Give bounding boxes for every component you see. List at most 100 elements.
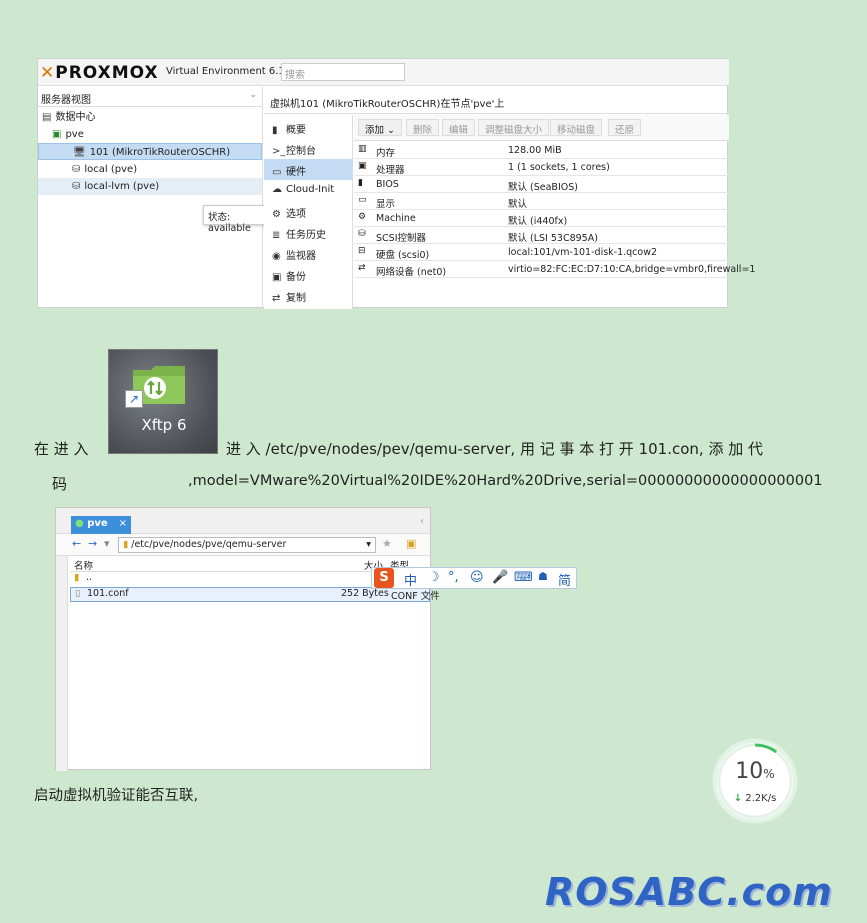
- rate-value: 2.2K/s: [745, 793, 777, 804]
- add-button[interactable]: 添加 ⌄: [358, 119, 402, 136]
- microphone-icon[interactable]: 🎤: [492, 570, 508, 585]
- keyboard-icon[interactable]: ⌨: [514, 570, 533, 585]
- hw-key: 处理器: [376, 165, 405, 176]
- footer-text: 启动虚拟机验证能否互联,: [34, 788, 199, 804]
- ime-simplified[interactable]: 简: [558, 570, 571, 589]
- nav-task-history[interactable]: ≣ 任务历史: [264, 222, 353, 243]
- vm-icon: 🖥: [73, 147, 86, 158]
- file-size: 252 Bytes: [341, 588, 389, 599]
- scsi-icon: ⛁: [358, 229, 366, 239]
- hardware-row[interactable]: ▭ 显示 默认: [354, 193, 729, 210]
- punctuation-icon[interactable]: °,: [448, 570, 459, 585]
- col-name[interactable]: 名称: [74, 558, 93, 572]
- hw-key: Machine: [376, 213, 416, 224]
- close-icon[interactable]: ×: [119, 518, 127, 529]
- revert-button[interactable]: 还原: [608, 119, 642, 136]
- path-text: /etc/pve/nodes/pve/qemu-server: [131, 539, 287, 550]
- ime-mode[interactable]: 中: [404, 570, 417, 589]
- hardware-toolbar: 添加 ⌄ 删除 编辑 调整磁盘大小 移动磁盘 还原: [354, 115, 729, 141]
- tab-label: pve: [87, 518, 108, 529]
- cpu-icon: ▣: [358, 161, 367, 171]
- xftp-shortcut[interactable]: ↗ Xftp 6: [108, 349, 218, 454]
- instruction-line2-start: 码: [52, 475, 68, 493]
- hw-key: BIOS: [376, 179, 399, 190]
- left-scrollbar[interactable]: [56, 556, 68, 771]
- tab-bar: ● pve × ‹: [56, 508, 430, 534]
- hardware-row[interactable]: ▥ 内存 128.00 MiB: [354, 142, 729, 159]
- back-icon[interactable]: ←: [72, 537, 81, 550]
- nav-options[interactable]: ⚙ 选项: [264, 201, 353, 222]
- bookmark-icon[interactable]: ★: [382, 537, 392, 550]
- code-snippet: ,model=VMware%20Virtual%20IDE%20Hard%20D…: [188, 473, 823, 489]
- file-name: 101.conf: [87, 588, 129, 599]
- sogou-logo-icon[interactable]: S: [374, 568, 394, 588]
- backup-icon: ▣: [272, 272, 282, 283]
- resize-disk-button[interactable]: 调整磁盘大小: [478, 119, 550, 136]
- search-input[interactable]: 搜索: [281, 63, 405, 81]
- moon-icon[interactable]: ☽: [428, 570, 440, 585]
- hardware-row[interactable]: ⚙ Machine 默认 (i440fx): [354, 210, 729, 227]
- tree-label: 数据中心: [55, 112, 96, 123]
- tree-item-vm-101[interactable]: 🖥 101 (MikroTikRouterOSCHR): [38, 143, 262, 160]
- nav-label: 概要: [286, 125, 306, 136]
- forward-icon[interactable]: →: [88, 537, 97, 550]
- nav-label: 控制台: [286, 146, 316, 157]
- delete-button[interactable]: 删除: [406, 119, 440, 136]
- nav-summary[interactable]: ▮ 概要: [264, 117, 353, 138]
- datacenter-icon: ▤: [42, 112, 52, 123]
- up-icon[interactable]: ▾: [104, 537, 110, 550]
- hw-value: 1 (1 sockets, 1 cores): [508, 162, 610, 173]
- network-speed-widget[interactable]: 10% ↓ 2.2K/s: [713, 739, 797, 823]
- folder-icon: ▮: [74, 572, 80, 583]
- tree-item-local-lvm[interactable]: ⛁ local-lvm (pve): [38, 178, 262, 195]
- hw-value: 默认 (i440fx): [508, 216, 568, 227]
- nav-label: Cloud-Init: [286, 184, 335, 195]
- tree-item-local[interactable]: ⛁ local (pve): [72, 161, 137, 178]
- nav-label: 复制: [286, 293, 306, 304]
- storage-icon: ⛁: [72, 164, 81, 175]
- percent-unit: %: [763, 767, 775, 781]
- pve-content: 虚拟机101 (MikroTikRouterOSCHR)在节点'pve'上 ▮ 概…: [264, 87, 755, 309]
- tree-label: 101 (MikroTikRouterOSCHR): [89, 147, 231, 158]
- vm-title: 虚拟机101 (MikroTikRouterOSCHR)在节点'pve'上: [264, 87, 729, 114]
- tasks-icon: ≣: [272, 230, 281, 241]
- hw-value: 默认 (SeaBIOS): [508, 182, 578, 193]
- replication-icon: ⇄: [272, 293, 281, 304]
- add-button-label: 添加: [365, 125, 385, 136]
- user-icon[interactable]: ☗: [538, 570, 548, 583]
- path-input[interactable]: ▮ /etc/pve/nodes/pve/qemu-server ▾: [118, 537, 376, 553]
- hardware-row[interactable]: ⊟ 硬盘 (scsi0) local:101/vm-101-disk-1.qcow2: [354, 244, 729, 261]
- ime-toolbar: S 中 ☽ °, ☺ 🎤 ⌨ ☗ 简: [371, 567, 577, 589]
- hw-value: 默认 (LSI 53C895A): [508, 233, 598, 244]
- nav-backup[interactable]: ▣ 备份: [264, 264, 353, 285]
- xftp-label: Xftp 6: [141, 416, 187, 434]
- hw-key: SCSI控制器: [376, 233, 426, 244]
- view-selector-label: 服务器视图: [41, 95, 91, 106]
- memory-icon: ▥: [358, 144, 367, 154]
- edit-button[interactable]: 编辑: [442, 119, 476, 136]
- tab-pve[interactable]: ● pve ×: [71, 516, 131, 534]
- nav-console[interactable]: >_控制台: [264, 138, 353, 159]
- hardware-row[interactable]: ⇄ 网络设备 (net0) virtio=82:FC:EC:D7:10:CA,bri…: [354, 261, 755, 278]
- disk-icon: ⊟: [358, 246, 366, 256]
- nav-replication[interactable]: ⇄ 复制: [264, 285, 353, 306]
- move-disk-button[interactable]: 移动磁盘: [550, 119, 603, 136]
- hardware-row[interactable]: ▣ 处理器 1 (1 sockets, 1 cores): [354, 159, 729, 176]
- tree-item-pve[interactable]: ▣ pve: [52, 126, 84, 143]
- proxmox-screenshot: ✕PROXMOX Virtual Environment 6.1-3 搜索 服务…: [37, 58, 755, 309]
- nav-hardware[interactable]: ▭ 硬件: [264, 159, 353, 180]
- hw-key: 内存: [376, 148, 396, 159]
- hardware-row[interactable]: ⛁ SCSI控制器 默认 (LSI 53C895A): [354, 227, 729, 244]
- nav-cloud-init[interactable]: ☁ Cloud-Init: [264, 180, 353, 201]
- brand-watermark: ROSABC.com: [545, 870, 833, 914]
- chevron-down-icon[interactable]: ▾: [366, 539, 371, 550]
- view-selector[interactable]: 服务器视图 ⌄: [38, 87, 262, 107]
- file-row[interactable]: ▯ 101.conf 252 Bytes CONF 文件: [70, 587, 440, 602]
- nav-monitor[interactable]: ◉ 监视器: [264, 243, 353, 264]
- tab-scroll-left-icon[interactable]: ‹: [420, 516, 424, 527]
- emoji-icon[interactable]: ☺: [470, 570, 484, 585]
- nav-label: 任务历史: [286, 230, 326, 241]
- home-folder-icon[interactable]: ▣: [406, 537, 416, 550]
- hardware-row[interactable]: ▮ BIOS 默认 (SeaBIOS): [354, 176, 729, 193]
- tree-item-datacenter[interactable]: ▤ 数据中心: [42, 109, 95, 126]
